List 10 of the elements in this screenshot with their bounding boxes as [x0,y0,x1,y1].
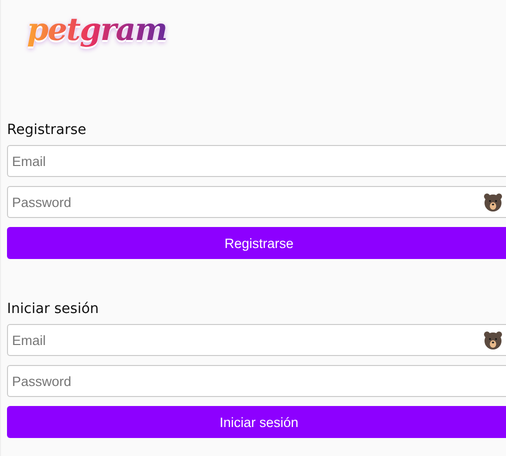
submit-button[interactable]: Iniciar sesión [7,406,506,438]
input-field[interactable]: Password [7,365,506,397]
form-title: Registrarse [7,122,88,138]
input-field[interactable]: Email [7,324,506,356]
bear-icon[interactable] [483,192,503,212]
form-title: Iniciar sesión [7,301,100,317]
input-field[interactable]: Password [7,186,506,218]
submit-button[interactable]: Registrarse [7,227,506,259]
input-field[interactable]: Email [7,145,506,177]
bear-icon[interactable] [483,330,503,350]
